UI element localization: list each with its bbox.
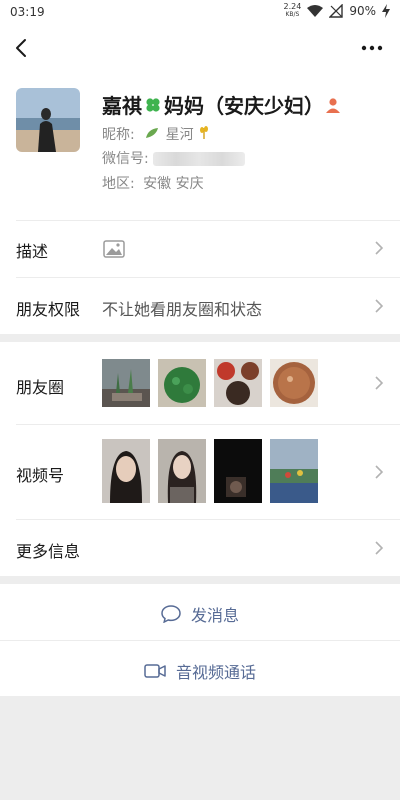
charging-icon xyxy=(382,4,390,18)
more-options-icon[interactable] xyxy=(358,34,386,62)
more-info-row[interactable]: 更多信息 xyxy=(0,520,400,576)
channels-row[interactable]: 视频号 xyxy=(0,425,400,519)
moments-label: 朋友圈 xyxy=(16,378,65,397)
friend-permission-row[interactable]: 朋友权限 不让她看朋友圈和状态 xyxy=(0,278,400,334)
moments-photo-4 xyxy=(270,359,318,407)
contact-name: 嘉祺 妈妈（安庆少妇） xyxy=(102,90,340,119)
channels-video-2 xyxy=(158,439,206,503)
wheat-icon xyxy=(200,126,209,139)
video-call-button[interactable]: 音视频通话 xyxy=(0,641,400,696)
name-suffix: 妈妈（安庆少妇） xyxy=(164,94,324,118)
region-value: 安徽 安庆 xyxy=(143,176,204,192)
content-section: 朋友圈 视频号 更多信息 xyxy=(0,342,400,576)
clover-icon xyxy=(146,97,160,112)
network-speed-value: 2.24 xyxy=(283,2,302,11)
avatar-image xyxy=(16,88,80,152)
channels-video-3 xyxy=(214,439,262,503)
top-navbar xyxy=(0,26,400,70)
channels-video-1 xyxy=(102,439,150,503)
network-speed: 2.24 KB/S xyxy=(284,3,302,19)
video-call-label: 音视频通话 xyxy=(175,663,256,682)
status-time: 03:19 xyxy=(10,5,45,19)
send-message-button[interactable]: 发消息 xyxy=(0,584,400,640)
image-icon xyxy=(103,240,125,258)
moments-photo-1 xyxy=(102,359,150,407)
status-icons: 2.24 KB/S 90% xyxy=(284,3,390,19)
send-message-label: 发消息 xyxy=(190,606,239,625)
chevron-right-icon xyxy=(375,299,384,313)
nickname-value: 星河 xyxy=(165,127,194,143)
permission-label: 朋友权限 xyxy=(16,300,81,319)
region-label: 地区: xyxy=(102,176,135,192)
wechat-id-line: 微信号: xyxy=(102,148,246,168)
description-row[interactable]: 描述 xyxy=(0,220,400,276)
nickname-line: 昵称: 星河 xyxy=(102,124,210,144)
contact-settings-section: 描述 朋友权限 不让她看朋友圈和状态 xyxy=(0,220,400,334)
name-prefix: 嘉祺 xyxy=(102,94,142,118)
chevron-right-icon xyxy=(375,376,384,390)
moments-photo-2 xyxy=(158,359,206,407)
wechat-id-label: 微信号: xyxy=(102,151,149,167)
channels-label: 视频号 xyxy=(16,466,65,485)
avatar[interactable] xyxy=(16,88,80,152)
more-info-label: 更多信息 xyxy=(16,542,81,561)
moments-photo-3 xyxy=(214,359,262,407)
back-icon[interactable] xyxy=(10,34,34,62)
status-bar: 03:19 2.24 KB/S 90% xyxy=(0,0,400,26)
leaf-icon xyxy=(146,128,159,138)
wifi-icon xyxy=(307,5,324,17)
moments-row[interactable]: 朋友圈 xyxy=(0,342,400,424)
chevron-right-icon xyxy=(375,465,384,479)
description-label: 描述 xyxy=(16,242,49,261)
channels-video-4 xyxy=(270,439,318,503)
battery-percent: 90% xyxy=(349,4,376,18)
wechat-id-blur xyxy=(153,152,246,166)
video-camera-icon xyxy=(144,664,166,678)
profile-card: 嘉祺 妈妈（安庆少妇） 昵称: 星河 微信号: 地区: 安徽 安庆 xyxy=(0,70,400,220)
chevron-right-icon xyxy=(375,241,384,255)
nickname-label: 昵称: xyxy=(102,127,135,143)
signal-icon xyxy=(329,4,344,18)
person-icon xyxy=(326,97,340,113)
chat-bubble-icon xyxy=(161,605,181,623)
permission-value: 不让她看朋友圈和状态 xyxy=(102,300,263,319)
chevron-right-icon xyxy=(375,541,384,555)
region-line: 地区: 安徽 安庆 xyxy=(102,173,204,193)
network-speed-unit: KB/S xyxy=(285,11,300,18)
